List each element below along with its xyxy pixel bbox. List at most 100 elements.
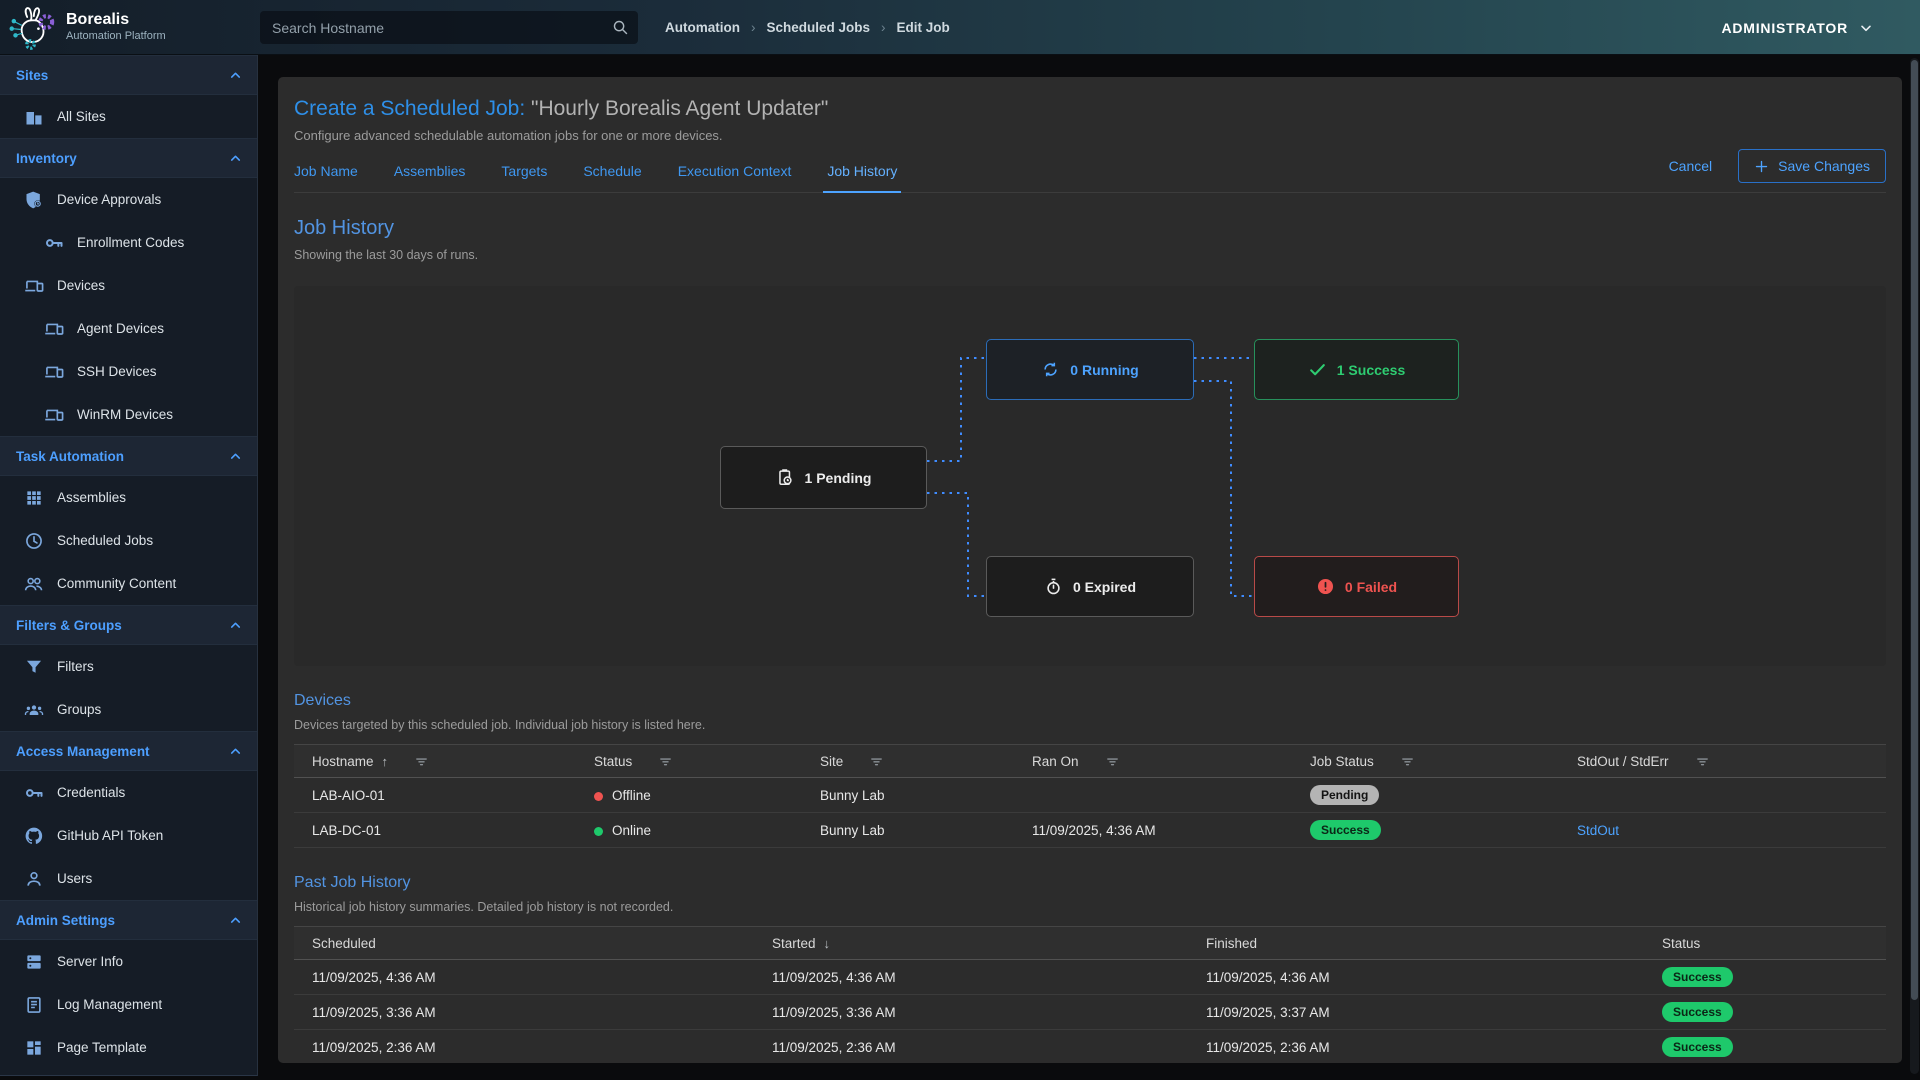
status-badge: Success <box>1662 1037 1733 1057</box>
sidebar-section: Access Management Credentials GitHub API… <box>0 731 257 900</box>
error-icon <box>1316 577 1335 596</box>
sidebar-item-users[interactable]: Users <box>0 857 257 900</box>
header-actions: Cancel Save Changes <box>1669 149 1886 183</box>
sidebar-item-ssh-devices[interactable]: SSH Devices <box>0 350 257 393</box>
save-changes-button[interactable]: Save Changes <box>1738 149 1886 183</box>
flow-node-running[interactable]: 0 Running <box>986 339 1194 400</box>
sidebar-item-page-template[interactable]: Page Template <box>0 1026 257 1069</box>
breadcrumb-item-scheduled-jobs[interactable]: Scheduled Jobs <box>767 20 871 35</box>
device-status: Offline <box>594 788 820 803</box>
status-dot <box>594 792 603 801</box>
sidebar-item-device-approvals[interactable]: Device Approvals <box>0 178 257 221</box>
page-scrollbar[interactable] <box>1910 58 1919 1074</box>
filter-icon[interactable] <box>1400 754 1415 769</box>
sidebar-section-filters-groups[interactable]: Filters & Groups <box>0 605 257 645</box>
column-header-ran-on[interactable]: Ran On <box>1032 754 1310 769</box>
tab-job-history[interactable]: Job History <box>827 163 897 192</box>
building-icon <box>24 107 44 127</box>
status-dot <box>594 827 603 836</box>
stdout-link[interactable]: StdOut <box>1577 823 1619 838</box>
sidebar-item-groups[interactable]: Groups <box>0 688 257 731</box>
device-hostname: LAB-AIO-01 <box>312 788 594 803</box>
sidebar-item-filters[interactable]: Filters <box>0 645 257 688</box>
flow-node-success[interactable]: 1 Success <box>1254 339 1459 400</box>
tab-targets[interactable]: Targets <box>501 163 547 192</box>
filter-icon[interactable] <box>869 754 884 769</box>
sidebar-item-assemblies[interactable]: Assemblies <box>0 476 257 519</box>
sidebar-item-agent-devices[interactable]: Agent Devices <box>0 307 257 350</box>
chevron-up-icon <box>228 151 243 166</box>
column-header-stdout-stderr[interactable]: StdOut / StdErr <box>1577 754 1886 769</box>
filter-icon[interactable] <box>414 754 429 769</box>
search-input[interactable] <box>260 11 638 44</box>
filter-icon[interactable] <box>658 754 673 769</box>
flow-node-pending[interactable]: 1 Pending <box>720 446 927 509</box>
devices-subheading: Devices targeted by this scheduled job. … <box>294 718 1886 732</box>
sidebar-item-log-management[interactable]: Log Management <box>0 983 257 1026</box>
past-job-row[interactable]: 11/09/2025, 2:36 AM 11/09/2025, 2:36 AM … <box>294 1030 1886 1063</box>
plus-icon <box>1754 159 1769 174</box>
page-title-prefix: Create a Scheduled Job: <box>294 97 525 120</box>
device-row-lab-aio-01[interactable]: LAB-AIO-01 Offline Bunny Lab Pending <box>294 778 1886 813</box>
stopwatch-icon <box>1044 577 1063 596</box>
sort-descending-icon[interactable]: ↓ <box>824 936 831 951</box>
tab-job-name[interactable]: Job Name <box>294 163 358 192</box>
tab-schedule[interactable]: Schedule <box>583 163 641 192</box>
sort-ascending-icon[interactable]: ↑ <box>382 754 389 769</box>
column-header-job-status[interactable]: Job Status <box>1310 754 1577 769</box>
past-job-row[interactable]: 11/09/2025, 3:36 AM 11/09/2025, 3:36 AM … <box>294 995 1886 1030</box>
sidebar-section-admin-settings[interactable]: Admin Settings <box>0 900 257 940</box>
sidebar-section-sites[interactable]: Sites <box>0 55 257 95</box>
filter-icon[interactable] <box>1105 754 1120 769</box>
filter-icon[interactable] <box>1695 754 1710 769</box>
column-header-hostname[interactable]: Hostname ↑ <box>312 754 594 769</box>
column-header-scheduled[interactable]: Scheduled <box>312 936 772 951</box>
sidebar-item-winrm-devices[interactable]: WinRM Devices <box>0 393 257 436</box>
past-job-history-subheading: Historical job history summaries. Detail… <box>294 900 1886 914</box>
breadcrumb-item-automation[interactable]: Automation <box>665 20 740 35</box>
main-panel: Create a Scheduled Job: "Hourly Borealis… <box>278 77 1902 1063</box>
flow-node-expired[interactable]: 0 Expired <box>986 556 1194 617</box>
past-finished: 11/09/2025, 4:36 AM <box>1206 970 1662 985</box>
tab-assemblies[interactable]: Assemblies <box>394 163 466 192</box>
scrollbar-thumb[interactable] <box>1911 60 1918 1000</box>
page-subtitle: Configure advanced schedulable automatio… <box>294 128 1886 143</box>
flow-node-failed[interactable]: 0 Failed <box>1254 556 1459 617</box>
chevron-up-icon <box>228 618 243 633</box>
flow-node-label: 0 Running <box>1070 362 1138 378</box>
sidebar-section-task-automation[interactable]: Task Automation <box>0 436 257 476</box>
admin-user-menu[interactable]: ADMINISTRATOR <box>1721 0 1874 55</box>
search-icon[interactable] <box>612 19 629 36</box>
sidebar-item-github-api-token[interactable]: GitHub API Token <box>0 814 257 857</box>
sidebar-section-access-management[interactable]: Access Management <box>0 731 257 771</box>
column-header-site[interactable]: Site <box>820 754 1032 769</box>
sidebar-item-enrollment-codes[interactable]: Enrollment Codes <box>0 221 257 264</box>
device-row-lab-dc-01[interactable]: LAB-DC-01 Online Bunny Lab 11/09/2025, 4… <box>294 813 1886 848</box>
sidebar-section: Task Automation Assemblies Scheduled Job… <box>0 436 257 605</box>
devices-icon <box>44 362 64 382</box>
sidebar-item-server-info[interactable]: Server Info <box>0 940 257 983</box>
device-site: Bunny Lab <box>820 823 1032 838</box>
sidebar-item-community-content[interactable]: Community Content <box>0 562 257 605</box>
sidebar-section-inventory[interactable]: Inventory <box>0 138 257 178</box>
column-header-status[interactable]: Status <box>1662 936 1886 951</box>
sidebar-section: Inventory Device Approvals Enrollment Co… <box>0 138 257 436</box>
job-status-flow-diagram: 1 Pending 0 Running 1 Success 0 Expired … <box>294 286 1886 666</box>
sidebar-item-all-sites[interactable]: All Sites <box>0 95 257 138</box>
past-scheduled: 11/09/2025, 3:36 AM <box>312 1005 772 1020</box>
past-status: Success <box>1662 1002 1886 1022</box>
column-header-status[interactable]: Status <box>594 754 820 769</box>
past-job-row[interactable]: 11/09/2025, 4:36 AM 11/09/2025, 4:36 AM … <box>294 960 1886 995</box>
server-icon <box>24 952 44 972</box>
sidebar-item-credentials[interactable]: Credentials <box>0 771 257 814</box>
sidebar-item-scheduled-jobs[interactable]: Scheduled Jobs <box>0 519 257 562</box>
sidebar-item-devices[interactable]: Devices <box>0 264 257 307</box>
column-header-finished[interactable]: Finished <box>1206 936 1662 951</box>
tab-execution-context[interactable]: Execution Context <box>678 163 792 192</box>
devices-icon <box>24 276 44 296</box>
cancel-button[interactable]: Cancel <box>1669 158 1713 174</box>
column-header-started[interactable]: Started ↓ <box>772 936 1206 951</box>
breadcrumb-item-edit-job[interactable]: Edit Job <box>897 20 950 35</box>
key-icon <box>44 233 64 253</box>
flow-node-label: 1 Pending <box>805 470 872 486</box>
